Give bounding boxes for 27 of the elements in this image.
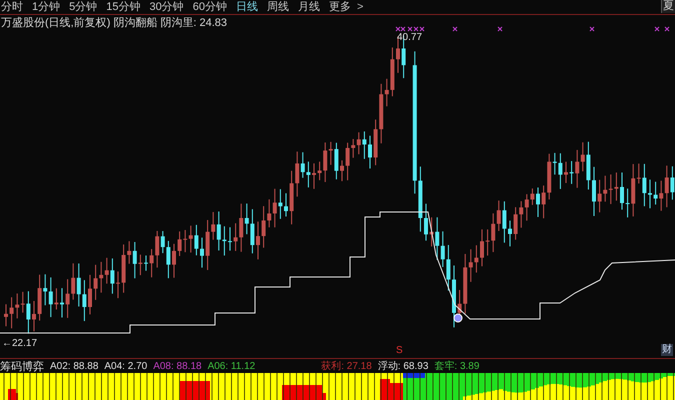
period-tab[interactable]: 日线 — [236, 0, 258, 14]
period-tab[interactable]: 5分钟 — [69, 0, 98, 14]
indicator-value: 浮动: 68.93 — [378, 361, 428, 373]
period-tab[interactable]: 月线 — [298, 0, 320, 14]
period-tab[interactable]: 分时 — [1, 0, 23, 14]
indicator-value: 套牢: 3.89 — [434, 361, 480, 373]
period-tab[interactable]: 1分钟 — [32, 0, 60, 14]
indicator-value: A06: 11.12 — [208, 361, 256, 373]
indicator-value: 获利: 27.18 — [321, 361, 372, 373]
sell-signal-label: S — [396, 345, 403, 357]
period-tab[interactable]: 60分钟 — [192, 0, 227, 14]
indicator-value: A08: 88.18 — [153, 361, 202, 373]
low-price-label: ←22.17 — [2, 338, 38, 350]
next-arrow[interactable]: > — [357, 0, 364, 14]
period-tab[interactable]: 更多 — [329, 0, 351, 14]
corner-label: 夏 — [661, 0, 675, 13]
indicator-name: 阴沟翻船 — [113, 17, 158, 30]
period-tab[interactable]: 周线 — [267, 0, 289, 14]
indicator-value: A04: 2.70 — [104, 361, 148, 373]
finance-badge[interactable]: 财 — [661, 344, 673, 356]
period-tab[interactable]: 30分钟 — [150, 0, 184, 14]
indicator-value: A02: 88.88 — [50, 361, 98, 373]
buy-signal-dot — [454, 314, 462, 322]
indicator-panel-name: 筹码博弈 — [0, 361, 44, 373]
period-tab[interactable]: 15分钟 — [106, 0, 140, 14]
chart-title: 万盛股份(日线,前复权) — [1, 17, 110, 30]
indicator-reading: 阴沟里: 24.83 — [160, 17, 228, 30]
